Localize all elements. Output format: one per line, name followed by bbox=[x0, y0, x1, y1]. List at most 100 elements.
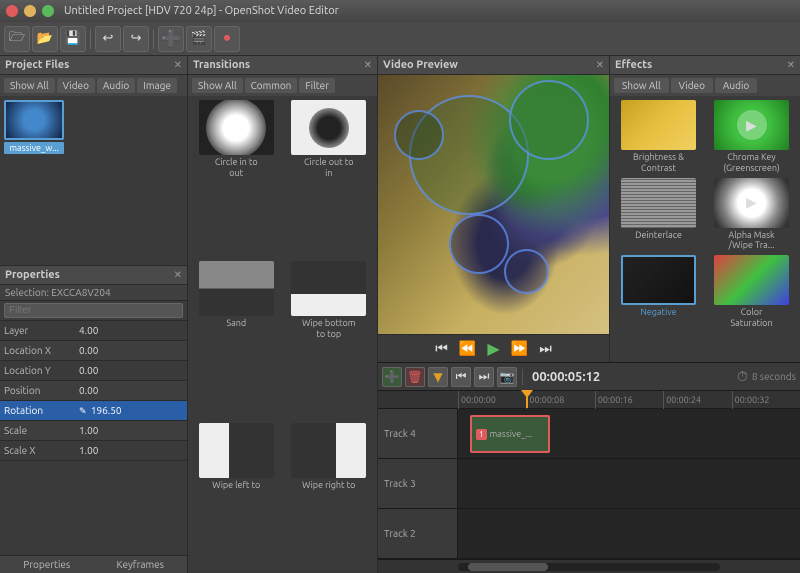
tl-add-button[interactable]: ➕ bbox=[382, 367, 402, 387]
transition-thumb bbox=[291, 100, 366, 155]
effect-label: ColorSaturation bbox=[707, 307, 796, 329]
effects-close[interactable]: ✕ bbox=[787, 59, 795, 71]
add-button[interactable]: ➕ bbox=[158, 26, 184, 52]
tab-audio[interactable]: Audio bbox=[97, 78, 135, 93]
close-button[interactable] bbox=[6, 5, 18, 17]
transition-circle-out-in[interactable]: Circle out toin bbox=[285, 100, 374, 257]
effect-brightness[interactable]: Brightness &Contrast bbox=[614, 100, 703, 174]
properties-table: Layer 4.00 Location X 0.00 Location Y 0.… bbox=[0, 321, 187, 555]
effect-thumb bbox=[621, 100, 696, 150]
project-files-title: Project Files bbox=[5, 59, 69, 71]
scrollbar-track bbox=[458, 563, 720, 571]
tab-video[interactable]: Video bbox=[57, 78, 95, 93]
effect-alpha-mask[interactable]: ▶ Alpha Mask/Wipe Tra... bbox=[707, 178, 796, 252]
project-files-close[interactable]: ✕ bbox=[174, 59, 182, 71]
effects-title: Effects bbox=[615, 59, 652, 71]
properties-panel: Properties ✕ Selection: EXCCA8V204 Layer… bbox=[0, 266, 187, 573]
effect-negative[interactable]: Negative bbox=[614, 255, 703, 329]
timeline-separator bbox=[522, 369, 523, 385]
tab-show-all[interactable]: Show All bbox=[4, 78, 55, 93]
overlay-circle-3 bbox=[394, 110, 444, 160]
transition-circle-in-out[interactable]: Circle in toout bbox=[192, 100, 281, 257]
clip-name: massive_... bbox=[490, 429, 533, 439]
top-row: Video Preview ✕ ⏮ ⏪ ▶ ⏩ bbox=[378, 56, 800, 362]
clip-massive[interactable]: 1 massive_... bbox=[470, 415, 550, 453]
clip-button[interactable]: 🎬 bbox=[186, 26, 212, 52]
tab-image[interactable]: Image bbox=[137, 78, 177, 93]
transition-wipe-right[interactable]: Wipe right to bbox=[285, 423, 374, 569]
effect-label: Alpha Mask/Wipe Tra... bbox=[707, 230, 796, 252]
effects-panel: Effects ✕ Show All Video Audio Brightnes… bbox=[610, 56, 800, 362]
open-button[interactable]: 📂 bbox=[32, 26, 58, 52]
rewind-button[interactable]: ⏪ bbox=[457, 338, 479, 360]
effect-chroma[interactable]: ▶ Chroma Key(Greenscreen) bbox=[707, 100, 796, 174]
effects-tab-video[interactable]: Video bbox=[671, 78, 713, 93]
prop-row-locx: Location X 0.00 bbox=[0, 341, 187, 361]
properties-header: Properties ✕ bbox=[0, 266, 187, 285]
properties-close[interactable]: ✕ bbox=[174, 269, 182, 281]
prop-value-rotation: ✎ 196.50 bbox=[75, 405, 187, 417]
prop-value-locx: 0.00 bbox=[75, 345, 187, 356]
effects-tabs: Show All Video Audio bbox=[610, 75, 800, 96]
overlay-circle-2 bbox=[509, 80, 589, 160]
transition-wipe-bottom[interactable]: Wipe bottomto top bbox=[285, 261, 374, 418]
transition-wipe-left[interactable]: Wipe left to bbox=[192, 423, 281, 569]
maximize-button[interactable] bbox=[42, 5, 54, 17]
play-button[interactable]: ▶ bbox=[483, 338, 505, 360]
trans-tab-show-all[interactable]: Show All bbox=[192, 78, 243, 93]
scrollbar-thumb[interactable] bbox=[468, 563, 548, 571]
effects-header: Effects ✕ bbox=[610, 56, 800, 75]
effects-tab-show-all[interactable]: Show All bbox=[614, 78, 669, 93]
ruler-mark-16: 00:00:16 bbox=[595, 391, 663, 409]
fastforward-button[interactable]: ⏩ bbox=[509, 338, 531, 360]
transitions-close[interactable]: ✕ bbox=[364, 59, 372, 71]
project-files-panel: Project Files ✕ Show All Video Audio Ima… bbox=[0, 56, 187, 266]
properties-title: Properties bbox=[5, 269, 60, 281]
effect-deinterlace[interactable]: Deinterlace bbox=[614, 178, 703, 252]
transition-sand[interactable]: Sand bbox=[192, 261, 281, 418]
tl-snap-button[interactable]: 📷 bbox=[497, 367, 517, 387]
clip-badge: 1 bbox=[476, 429, 487, 440]
track-content-4: 1 massive_... bbox=[458, 409, 800, 458]
properties-bottom-tabs: Properties Keyframes bbox=[0, 555, 187, 573]
prop-row-rotation[interactable]: Rotation ✎ 196.50 bbox=[0, 401, 187, 421]
timeline-duration: ⏱ 8 seconds bbox=[737, 368, 796, 385]
effects-tab-audio[interactable]: Audio bbox=[715, 78, 757, 93]
track-4: Track 4 1 massive_... bbox=[378, 409, 800, 459]
file-thumbnail bbox=[4, 100, 64, 140]
save-button[interactable]: 💾 bbox=[60, 26, 86, 52]
fastforward-end-button[interactable]: ⏭ bbox=[535, 338, 557, 360]
project-file-item[interactable]: massive_w... bbox=[4, 100, 64, 154]
redo-button[interactable]: ↪ bbox=[123, 26, 149, 52]
transition-thumb bbox=[199, 100, 274, 155]
window-title: Untitled Project [HDV 720 24p] - OpenSho… bbox=[64, 5, 339, 17]
tab-keyframes[interactable]: Keyframes bbox=[94, 556, 188, 573]
tl-delete-button[interactable]: 🗑 bbox=[405, 367, 425, 387]
rewind-start-button[interactable]: ⏮ bbox=[431, 338, 453, 360]
selection-label: Selection: EXCCA8V204 bbox=[0, 285, 187, 301]
track-content-3 bbox=[458, 459, 800, 508]
trans-tab-filter[interactable]: Filter bbox=[299, 78, 335, 93]
record-button[interactable]: ⏺ bbox=[214, 26, 240, 52]
video-preview-close[interactable]: ✕ bbox=[596, 59, 604, 71]
new-button[interactable]: 🗁 bbox=[4, 26, 30, 52]
effect-color-sat[interactable]: ColorSaturation bbox=[707, 255, 796, 329]
trans-tab-common[interactable]: Common bbox=[245, 78, 298, 93]
transition-label: Circle out toin bbox=[285, 157, 374, 179]
transition-label: Wipe right to bbox=[285, 480, 374, 491]
undo-button[interactable]: ↩ bbox=[95, 26, 121, 52]
playhead[interactable] bbox=[526, 391, 528, 408]
transition-thumb bbox=[291, 423, 366, 478]
filter-input[interactable] bbox=[4, 303, 183, 318]
track-label-3: Track 3 bbox=[378, 459, 458, 508]
tl-next-button[interactable]: ⏭ bbox=[474, 367, 494, 387]
tab-properties[interactable]: Properties bbox=[0, 556, 94, 573]
minimize-button[interactable] bbox=[24, 5, 36, 17]
properties-filter bbox=[0, 301, 187, 321]
overlay-circle-4 bbox=[449, 214, 509, 274]
tl-prev-button[interactable]: ⏮ bbox=[451, 367, 471, 387]
tl-filter-button[interactable]: ▼ bbox=[428, 367, 448, 387]
preview-canvas bbox=[378, 75, 609, 334]
transitions-grid: Circle in toout Circle out toin Sand Wip… bbox=[188, 96, 377, 573]
transition-thumb bbox=[199, 423, 274, 478]
